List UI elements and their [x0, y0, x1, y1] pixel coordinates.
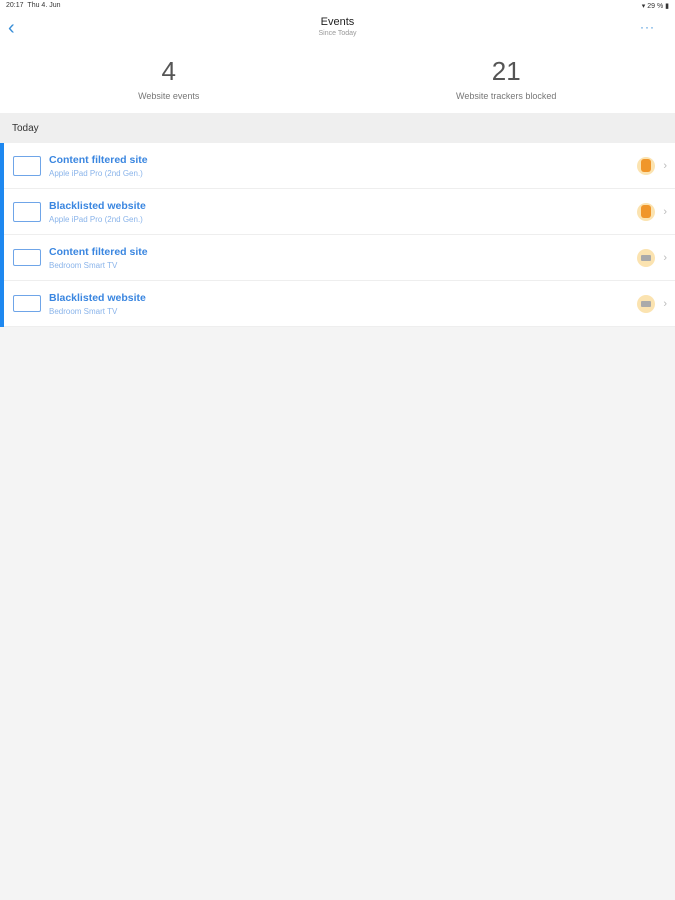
- list-item[interactable]: Content filtered site Apple iPad Pro (2nd…: [4, 143, 675, 189]
- stat-value: 21: [491, 56, 521, 86]
- stats-summary: 4 Website events 21 Website trackers block…: [0, 50, 675, 113]
- event-device: Apple iPad Pro (2nd Gen.): [49, 214, 143, 224]
- chevron-right-icon: ›: [663, 159, 667, 172]
- event-title: Blacklisted website: [49, 291, 146, 304]
- chevron-right-icon: ›: [663, 297, 667, 310]
- event-device: Bedroom Smart TV: [49, 306, 118, 316]
- avatar: [637, 156, 655, 175]
- stat-label: Website events: [138, 91, 200, 101]
- stat-trackers-blocked: 21 Website trackers blocked: [338, 50, 675, 113]
- avatar: [637, 248, 655, 267]
- chevron-right-icon: ›: [663, 205, 667, 218]
- list-item[interactable]: Blacklisted website Bedroom Smart TV ›: [4, 281, 675, 327]
- chevron-right-icon: ›: [663, 251, 667, 264]
- stat-value: 4: [161, 56, 176, 86]
- back-chevron-icon[interactable]: ‹: [8, 18, 15, 38]
- event-title: Content filtered site: [49, 245, 148, 258]
- avatar: [637, 294, 655, 313]
- status-bar: 20:17 Thu 4. Jun ▾ 29 % ▮: [0, 0, 675, 14]
- nav-bar: ‹ Events Since Today ···: [0, 14, 675, 50]
- avatar: [637, 202, 655, 221]
- status-battery: ▾ 29 % ▮: [641, 3, 669, 10]
- section-header: Today: [0, 113, 675, 143]
- event-device: Bedroom Smart TV: [49, 260, 118, 270]
- list-item[interactable]: Blacklisted website Apple iPad Pro (2nd G…: [4, 189, 675, 235]
- page-title: Events: [320, 16, 355, 28]
- page-subtitle: Since Today: [318, 30, 357, 37]
- event-device: Apple iPad Pro (2nd Gen.): [49, 168, 143, 178]
- tv-icon: [13, 295, 41, 312]
- status-time: 20:17 Thu 4. Jun: [6, 2, 61, 9]
- event-title: Content filtered site: [49, 153, 148, 166]
- stat-label: Website trackers blocked: [456, 91, 557, 101]
- list-item[interactable]: Content filtered site Bedroom Smart TV ›: [4, 235, 675, 281]
- tablet-icon: [13, 155, 41, 176]
- event-title: Blacklisted website: [49, 199, 146, 212]
- events-list: Content filtered site Apple iPad Pro (2nd…: [0, 143, 675, 327]
- tablet-icon: [13, 201, 41, 222]
- stat-website-events: 4 Website events: [0, 50, 338, 113]
- tv-icon: [13, 249, 41, 266]
- more-options-icon[interactable]: ···: [640, 20, 655, 34]
